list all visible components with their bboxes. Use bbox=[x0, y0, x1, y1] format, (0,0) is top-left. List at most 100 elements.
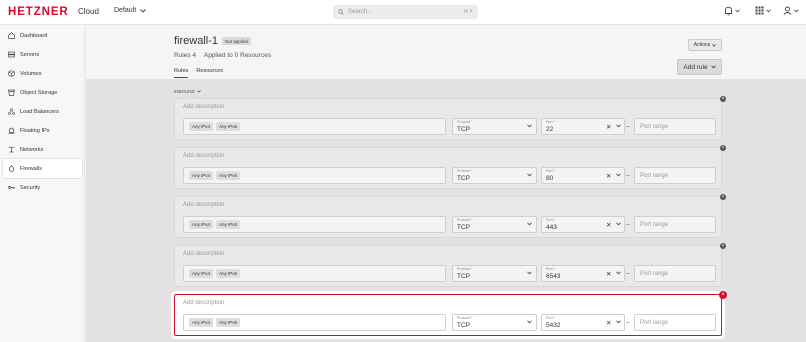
range-separator: – bbox=[626, 173, 630, 179]
protocol-select[interactable]: Protocol * TCP bbox=[452, 265, 537, 282]
source-chip[interactable]: Any IPv4 bbox=[189, 318, 214, 327]
chevron-down-icon bbox=[616, 271, 621, 275]
source-ips-field[interactable]: Any IPv4 Any IPv6 bbox=[183, 167, 446, 184]
protocol-select[interactable]: Protocol * TCP bbox=[452, 167, 537, 184]
sidebar-item-object-storage[interactable]: Object Storage bbox=[3, 83, 82, 102]
port-select[interactable]: Port * 6543 ✕ bbox=[541, 265, 625, 282]
source-ips-field[interactable]: Any IPv4 Any IPv6 bbox=[183, 265, 446, 282]
search-shortcut: ⌘ K bbox=[463, 9, 473, 15]
port-select[interactable]: Port * 22 ✕ bbox=[541, 118, 625, 135]
port-range-input[interactable]: Port range bbox=[634, 118, 716, 135]
source-chip[interactable]: Any IPv4 bbox=[189, 269, 214, 278]
source-ips-field[interactable]: Any IPv4 Any IPv6 bbox=[183, 314, 446, 331]
source-ips-field[interactable]: Any IPv4 Any IPv6 bbox=[183, 216, 446, 233]
sidebar-item-label: Networks bbox=[20, 146, 44, 153]
port-value: 443 bbox=[546, 224, 557, 231]
remove-rule-button[interactable]: × bbox=[720, 194, 726, 200]
firewall-rule: Add description Any IPv4 Any IPv6 Protoc… bbox=[174, 145, 726, 189]
chevron-down-icon bbox=[712, 43, 717, 47]
source-chip[interactable]: Any IPv4 bbox=[189, 171, 214, 180]
port-range-input[interactable]: Port range bbox=[634, 167, 716, 184]
dashboard-icon bbox=[8, 32, 15, 39]
port-range-input[interactable]: Port range bbox=[634, 265, 716, 282]
search-bar[interactable]: Search... ⌘ K bbox=[333, 5, 478, 19]
port-value: 5432 bbox=[546, 322, 561, 329]
firewall-summary: Rules 4 Applied to 0 Resources bbox=[174, 52, 271, 59]
tab-resources[interactable]: Resources bbox=[196, 68, 223, 78]
tab-bar: Rules Resources bbox=[174, 68, 223, 78]
tab-rules[interactable]: Rules bbox=[174, 68, 189, 78]
clear-port-button[interactable]: ✕ bbox=[606, 172, 611, 180]
port-value: 6543 bbox=[546, 273, 561, 280]
sidebar-item-label: Servers bbox=[20, 51, 40, 58]
status-badge: Not applied bbox=[222, 37, 251, 45]
clear-port-button[interactable]: ✕ bbox=[606, 319, 611, 327]
clear-port-button[interactable]: ✕ bbox=[606, 270, 611, 278]
user-icon bbox=[783, 6, 792, 15]
source-chip[interactable]: Any IPv6 bbox=[216, 171, 241, 180]
protocol-label: Protocol * bbox=[457, 120, 473, 124]
rule-description-input[interactable]: Add description bbox=[183, 300, 224, 306]
protocol-value: TCP bbox=[457, 126, 470, 133]
source-chip[interactable]: Any IPv4 bbox=[189, 122, 214, 131]
sidebar: Dashboard Servers Volumes Object Storage… bbox=[0, 25, 85, 342]
protocol-select[interactable]: Protocol * TCP bbox=[452, 216, 537, 233]
add-rule-button[interactable]: Add rule bbox=[677, 59, 722, 75]
sidebar-item-servers[interactable]: Servers bbox=[3, 45, 82, 64]
source-chip[interactable]: Any IPv6 bbox=[216, 122, 241, 131]
user-menu-button[interactable] bbox=[783, 6, 799, 15]
project-selector[interactable]: Default bbox=[114, 7, 147, 14]
firewall-rule-new: Add description Any IPv4 Any IPv6 Protoc… bbox=[174, 291, 727, 336]
inbound-section-toggle[interactable]: INBOUND bbox=[174, 89, 201, 94]
servers-icon bbox=[8, 51, 15, 58]
firewall-name: firewall-1 bbox=[174, 35, 219, 47]
port-select[interactable]: Port * 5432 ✕ bbox=[541, 314, 625, 331]
clear-port-button[interactable]: ✕ bbox=[606, 123, 611, 131]
sidebar-item-networks[interactable]: Networks bbox=[3, 140, 82, 159]
sidebar-item-label: Floating IPs bbox=[20, 127, 50, 134]
port-select[interactable]: Port * 443 ✕ bbox=[541, 216, 625, 233]
source-chip[interactable]: Any IPv4 bbox=[189, 220, 214, 229]
inbound-label: INBOUND bbox=[174, 89, 195, 94]
chevron-down-icon bbox=[735, 9, 740, 13]
remove-rule-button[interactable]: × bbox=[720, 243, 726, 249]
rule-description-input[interactable]: Add description bbox=[183, 251, 224, 257]
notifications-button[interactable] bbox=[724, 6, 740, 16]
actions-button[interactable]: Actions bbox=[688, 39, 722, 51]
remove-rule-button[interactable]: × bbox=[720, 145, 726, 151]
sidebar-item-floating-ips[interactable]: Floating IPs bbox=[3, 121, 82, 140]
search-input[interactable]: Search... bbox=[348, 9, 463, 15]
remove-rule-button[interactable]: × bbox=[720, 96, 726, 102]
sidebar-item-firewalls[interactable]: Firewalls bbox=[3, 159, 82, 178]
protocol-select[interactable]: Protocol * TCP bbox=[452, 314, 537, 331]
sidebar-item-label: Firewalls bbox=[20, 165, 43, 172]
remove-rule-button[interactable]: × bbox=[719, 291, 727, 299]
load-balancer-icon bbox=[8, 108, 15, 115]
protocol-select[interactable]: Protocol * TCP bbox=[452, 118, 537, 135]
sidebar-item-volumes[interactable]: Volumes bbox=[3, 64, 82, 83]
clear-port-button[interactable]: ✕ bbox=[606, 221, 611, 229]
hetzner-logo[interactable]: HETZNER bbox=[8, 6, 69, 18]
source-chip[interactable]: Any IPv6 bbox=[216, 220, 241, 229]
rule-description-input[interactable]: Add description bbox=[183, 153, 224, 159]
chevron-down-icon bbox=[196, 90, 201, 93]
rule-description-input[interactable]: Add description bbox=[183, 202, 224, 208]
sidebar-item-dashboard[interactable]: Dashboard bbox=[3, 26, 82, 45]
port-value: 80 bbox=[546, 175, 554, 182]
sidebar-item-security[interactable]: Security bbox=[3, 178, 82, 197]
protocol-label: Protocol * bbox=[457, 316, 473, 320]
rule-description-input[interactable]: Add description bbox=[183, 104, 224, 110]
port-range-input[interactable]: Port range bbox=[634, 216, 716, 233]
apps-menu-button[interactable] bbox=[755, 6, 771, 15]
port-range-input[interactable]: Port range bbox=[634, 314, 716, 331]
sidebar-item-label: Volumes bbox=[20, 70, 42, 77]
grid-icon bbox=[755, 6, 764, 15]
source-chip[interactable]: Any IPv6 bbox=[216, 318, 241, 327]
sidebar-item-load-balancers[interactable]: Load Balancers bbox=[3, 102, 82, 121]
chevron-down-icon bbox=[710, 65, 716, 69]
chevron-down-icon bbox=[527, 320, 532, 324]
source-ips-field[interactable]: Any IPv4 Any IPv6 bbox=[183, 118, 446, 135]
port-select[interactable]: Port * 80 ✕ bbox=[541, 167, 625, 184]
applied-to-count: Applied to 0 Resources bbox=[203, 52, 272, 59]
source-chip[interactable]: Any IPv6 bbox=[216, 269, 241, 278]
